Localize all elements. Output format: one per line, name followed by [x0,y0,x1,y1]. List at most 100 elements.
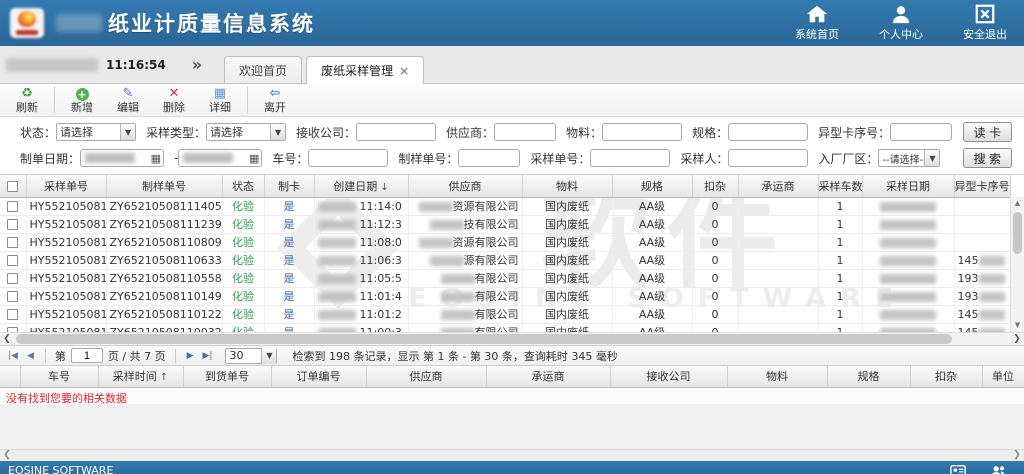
add-button[interactable]: + 新增 [59,86,105,115]
cell-sample-date [862,251,954,269]
page-size-select[interactable]: 30 ▼ [225,348,277,364]
detail-button[interactable]: ▦ 详细 [197,85,243,115]
col-unit[interactable]: 单位 [982,366,1024,387]
col-arrival-no[interactable]: 到货单号 [183,366,271,387]
col-carrier[interactable]: 承运商 [738,175,818,197]
table-row[interactable]: HY552105081101 ZY65210508110122000428 化验… [0,305,1010,323]
table-row[interactable]: HY552105081108 ZY65210508110809000221 化验… [0,233,1010,251]
tab-welcome[interactable]: 欢迎首页 [224,56,302,83]
row-checkbox[interactable] [7,291,18,302]
col-order-no[interactable]: 订单编号 [271,366,366,387]
scroll-left-icon[interactable]: ❮ [0,334,14,344]
leave-button[interactable]: ⇦ 离开 [252,85,298,115]
cell-trucks: 1 [818,269,862,287]
cell-card-serial [954,197,1010,215]
read-card-button[interactable]: 读 卡 [963,122,1012,142]
card-serial-input[interactable] [890,123,952,141]
horizontal-scroll-track[interactable] [14,333,1010,345]
table-row[interactable]: HY552105081106 ZY65210508110633000278 化验… [0,251,1010,269]
doc-date-to-input[interactable]: ▦ [178,149,262,167]
search-button[interactable]: 搜 索 [963,148,1012,168]
vertical-scrollbar[interactable]: ▲ ▼ [1010,197,1024,332]
sampler-input[interactable] [728,149,808,167]
col-trucks[interactable]: 采样车数 [818,175,862,197]
sample-no-input[interactable] [590,149,670,167]
col-card[interactable]: 制卡 [264,175,314,197]
col-card-serial[interactable]: 异型卡序号 [954,175,1010,197]
scroll-left-icon[interactable]: ❮ [0,450,14,460]
col-spec2[interactable]: 规格 [827,366,910,387]
vertical-scroll-thumb[interactable] [1013,212,1022,254]
table-row[interactable]: HY552105081105 ZY65210508110558000471 化验… [0,269,1010,287]
table-row[interactable]: HY552105081112 ZY65210508111239000139 化验… [0,215,1010,233]
col-deduct2[interactable]: 扣杂 [910,366,982,387]
factory-select[interactable]: --请选择-- ▼ [878,149,940,167]
prev-page-button[interactable]: ◀ [25,351,36,361]
col-material2[interactable]: 物料 [727,366,827,387]
badge-icon[interactable] [950,464,966,474]
scroll-down-icon[interactable]: ▼ [1011,319,1024,332]
col-sample-time[interactable]: 采样时间↑ [98,366,183,387]
bottom-horizontal-scrollbar[interactable]: ❮ ❯ [0,449,1024,461]
col-carrier2[interactable]: 承运商 [486,366,610,387]
page-input[interactable] [71,348,103,363]
material-input[interactable] [602,123,682,141]
col-spec[interactable]: 规格 [612,175,692,197]
close-icon[interactable]: × [399,64,409,78]
table-row[interactable]: HY552105081114 ZY65210508111405000213 化验… [0,197,1010,215]
scroll-right-icon[interactable]: ❯ [1010,334,1024,344]
cell-status: 化验 [222,251,264,269]
col-receive-company[interactable]: 接收公司 [610,366,727,387]
col-create-date[interactable]: 创建日期↓ [314,175,408,197]
cell-carrier [738,287,818,305]
vertical-scroll-track[interactable] [1011,210,1024,319]
cell-spec: AA级 [612,197,692,215]
header-select-all[interactable] [0,175,26,197]
row-checkbox[interactable] [7,255,18,266]
edit-button[interactable]: ✎ 编辑 [105,85,151,115]
col-material[interactable]: 物料 [522,175,612,197]
row-checkbox[interactable] [7,201,18,212]
table-row[interactable]: HY552105081101 ZY65210508110149000500 化验… [0,287,1010,305]
row-checkbox[interactable] [7,237,18,248]
spec-input[interactable] [728,123,808,141]
sample-type-select[interactable]: 请选择 ▼ [206,123,286,141]
prep-no-input[interactable] [458,149,520,167]
tab-waste-paper-sampling[interactable]: 废纸采样管理 × [306,56,424,84]
cell-carrier [738,197,818,215]
expand-menu-button[interactable]: » [192,55,202,74]
nav-safe-exit[interactable]: 安全退出 [956,4,1014,42]
row-checkbox[interactable] [7,309,18,320]
col-supplier2[interactable]: 供应商 [366,366,486,387]
bottom-scroll-track[interactable] [14,450,1010,461]
col-sample-date[interactable]: 采样日期 [862,175,954,197]
horizontal-scrollbar[interactable]: ❮ ❯ [0,332,1024,345]
horizontal-scroll-thumb[interactable] [16,334,952,344]
nav-system-home[interactable]: 系统首页 [788,4,846,42]
cell-carrier [738,215,818,233]
row-checkbox[interactable] [7,219,18,230]
delete-button[interactable]: ✕ 删除 [151,85,197,115]
last-page-button[interactable]: ▶| [201,351,215,361]
nav-personal-center[interactable]: 个人中心 [872,4,930,42]
doc-date-from-input[interactable]: ▦ [80,149,164,167]
col-deduct[interactable]: 扣杂 [692,175,738,197]
status-select[interactable]: 请选择 ▼ [56,123,136,141]
col-status[interactable]: 状态 [222,175,264,197]
col-supplier[interactable]: 供应商 [408,175,522,197]
scroll-up-icon[interactable]: ▲ [1011,197,1024,210]
cell-prep-no: ZY65210508110809000221 [106,233,222,251]
supplier-input[interactable] [494,123,556,141]
scroll-right-icon[interactable]: ❯ [1010,450,1024,460]
users-icon[interactable] [990,464,1006,474]
col-prep-no[interactable]: 制样单号 [106,175,222,197]
refresh-button[interactable]: ♻ 刷新 [4,85,50,115]
select-all-checkbox[interactable] [7,181,18,192]
col-sample-no[interactable]: 采样单号 [26,175,106,197]
first-page-button[interactable]: |◀ [6,351,20,361]
row-checkbox[interactable] [7,273,18,284]
receive-company-input[interactable] [356,123,436,141]
col-truck-no[interactable]: 车号 [20,366,98,387]
next-page-button[interactable]: ▶ [185,351,196,361]
truck-no-input[interactable] [308,149,388,167]
